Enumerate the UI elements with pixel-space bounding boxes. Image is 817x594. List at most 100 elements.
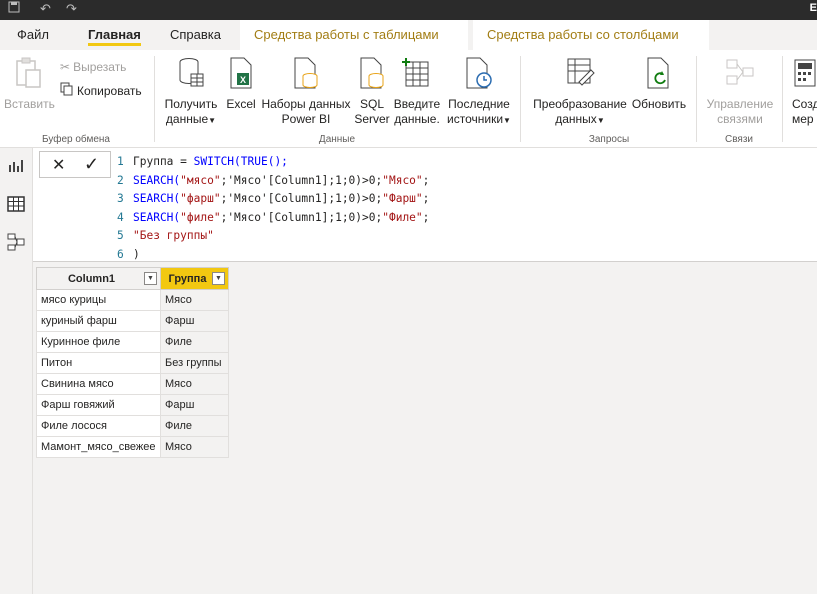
formula-line: 3 SEARCH("фарш";'Мясо'[Column1];1;0)>0;"Ф… xyxy=(117,190,429,209)
svg-text:X: X xyxy=(240,75,246,85)
scissors-icon: ✂ xyxy=(60,60,71,74)
model-view-icon[interactable] xyxy=(6,232,26,252)
table-cell[interactable]: Мясо xyxy=(160,373,229,395)
formula-token: SEARCH( xyxy=(133,173,181,187)
ribbon-divider xyxy=(696,56,697,142)
table-cell[interactable]: Мясо xyxy=(160,436,229,458)
cut-button[interactable]: ✂ Вырезать xyxy=(60,60,126,74)
filter-dropdown-icon[interactable]: ▼ xyxy=(144,272,157,285)
formula-editor[interactable]: 1 Группа = SWITCH(TRUE(); 2 SEARCH("мясо";'… xyxy=(117,153,429,264)
table-cell[interactable]: Мамонт_мясо_свежее xyxy=(36,436,161,458)
new-measure-button[interactable]: Созд мер xyxy=(792,56,817,127)
formula-token: ;'Мясо'[Column1];1;0)>0; xyxy=(220,173,383,187)
tab-table-tools[interactable]: Средства работы с таблицами xyxy=(240,20,468,50)
excel-icon: X xyxy=(226,56,256,94)
data-group: Получить данные▼ X Excel Наборы данных P… xyxy=(156,50,518,148)
formula-line: 5 "Без группы" xyxy=(117,227,429,246)
table-row: Куринное филе Филе xyxy=(36,331,229,353)
manage-relationships-button[interactable]: Управление связями xyxy=(702,56,778,127)
formula-token: "фарш" xyxy=(180,192,221,205)
filter-dropdown-icon[interactable]: ▼ xyxy=(212,272,225,285)
tab-help[interactable]: Справка xyxy=(170,20,221,50)
copy-button[interactable]: Копировать xyxy=(60,82,142,99)
get-data-button[interactable]: Получить данные▼ xyxy=(162,56,220,128)
create-label-2: мер xyxy=(792,112,814,126)
transform-label-2: данных xyxy=(555,112,597,126)
title-letter: E xyxy=(809,2,817,14)
table-cell[interactable]: Куринное филе xyxy=(36,331,161,353)
powerbi-datasets-button[interactable]: Наборы данных Power BI xyxy=(260,56,352,127)
table-row: мясо курицы Мясо xyxy=(36,289,229,311)
ribbon-divider xyxy=(520,56,521,142)
column-header[interactable]: Группа ▼ xyxy=(160,267,229,290)
formula-token: "филе" xyxy=(180,210,221,224)
table-cell[interactable]: Фарш говяжий xyxy=(36,394,161,416)
sql-label-1: SQL xyxy=(359,97,384,111)
formula-token: SEARCH( xyxy=(133,192,181,205)
formula-token: "Без группы" xyxy=(133,229,214,242)
transform-data-button[interactable]: Преобразование данных▼ xyxy=(532,56,628,128)
manage-rel-label-1: Управление xyxy=(706,97,774,111)
recent-label-1: Последние xyxy=(448,97,510,111)
formula-actions: ✕ ✓ xyxy=(39,151,111,178)
formula-line: 4 SEARCH("филе";'Мясо'[Column1];1;0)>0;"Ф… xyxy=(117,209,429,228)
formula-bar: ✕ ✓ 1 Группа = SWITCH(TRUE(); 2 SEARCH("мяс… xyxy=(33,148,817,262)
ribbon-divider xyxy=(782,56,783,142)
tab-home[interactable]: Главная xyxy=(88,20,141,50)
line-number: 5 xyxy=(117,229,124,242)
table-cell[interactable]: Без группы xyxy=(160,352,229,374)
table-cell[interactable]: Фарш xyxy=(160,394,229,416)
powerbi-label-1: Наборы данных xyxy=(261,97,351,111)
data-view-icon[interactable] xyxy=(6,194,26,214)
copy-label: Копировать xyxy=(77,83,142,98)
refresh-button[interactable]: Обновить xyxy=(630,56,688,112)
redo-icon[interactable]: ↷ xyxy=(66,1,77,17)
chevron-down-icon: ▼ xyxy=(503,116,511,125)
tab-column-tools[interactable]: Средства работы со столбцами xyxy=(473,20,709,50)
table-cell[interactable]: Питон xyxy=(36,352,161,374)
table-cell[interactable]: мясо курицы xyxy=(36,289,161,311)
table-cell[interactable]: Мясо xyxy=(160,289,229,311)
table-row: Мамонт_мясо_свежее Мясо xyxy=(36,436,229,458)
paste-icon xyxy=(4,56,52,94)
enter-data-label-1: Введите xyxy=(393,97,441,111)
formula-token: ;'Мясо'[Column1];1;0)>0; xyxy=(220,192,383,205)
table-cell[interactable]: куриный фарш xyxy=(36,310,161,332)
column-header[interactable]: Column1 ▼ xyxy=(36,267,161,290)
recent-sources-button[interactable]: Последние источники▼ xyxy=(446,56,512,128)
table-row: Свинина мясо Мясо xyxy=(36,373,229,395)
formula-token: "мясо" xyxy=(180,173,221,187)
formula-token: SWITCH(TRUE(); xyxy=(193,155,288,168)
formula-line: 6) xyxy=(117,246,429,265)
table-cell[interactable]: Фарш xyxy=(160,310,229,332)
formula-line: 1 Группа = SWITCH(TRUE(); xyxy=(117,153,429,172)
table-cell[interactable]: Филе лосося xyxy=(36,415,161,437)
report-view-icon[interactable] xyxy=(6,156,26,176)
cancel-formula-button[interactable]: ✕ xyxy=(52,155,65,175)
table-header-row: Column1 ▼ Группа ▼ xyxy=(36,267,229,290)
ribbon: Вставить ✂ Вырезать Копировать Буфер обм… xyxy=(0,50,817,148)
save-icon[interactable] xyxy=(8,1,20,16)
excel-button[interactable]: X Excel xyxy=(226,56,256,112)
undo-icon[interactable]: ↶ xyxy=(40,1,51,17)
refresh-icon xyxy=(630,56,688,94)
table-cell[interactable]: Свинина мясо xyxy=(36,373,161,395)
recent-label-2: источники xyxy=(447,112,504,126)
enter-data-button[interactable]: Введите данные. xyxy=(392,56,442,127)
formula-token: Группа = xyxy=(133,155,194,168)
formula-token: SEARCH( xyxy=(133,210,181,224)
table-cell[interactable]: Филе xyxy=(160,331,229,353)
sql-server-button[interactable]: SQL Server xyxy=(354,56,390,127)
tab-file[interactable]: Файл xyxy=(17,20,49,50)
calculator-icon xyxy=(792,56,817,94)
column-header-label: Column1 xyxy=(67,272,116,285)
queries-group-label: Запросы xyxy=(588,134,630,145)
table-cell[interactable]: Филе xyxy=(160,415,229,437)
paste-button[interactable]: Вставить xyxy=(4,56,55,112)
line-number: 2 xyxy=(117,173,124,187)
formula-token: "Мясо" xyxy=(382,173,423,187)
commit-formula-button[interactable]: ✓ xyxy=(84,154,99,175)
relationships-group-label: Связи xyxy=(724,134,753,145)
column-header-label: Группа xyxy=(168,272,207,285)
excel-label: Excel xyxy=(226,97,256,111)
